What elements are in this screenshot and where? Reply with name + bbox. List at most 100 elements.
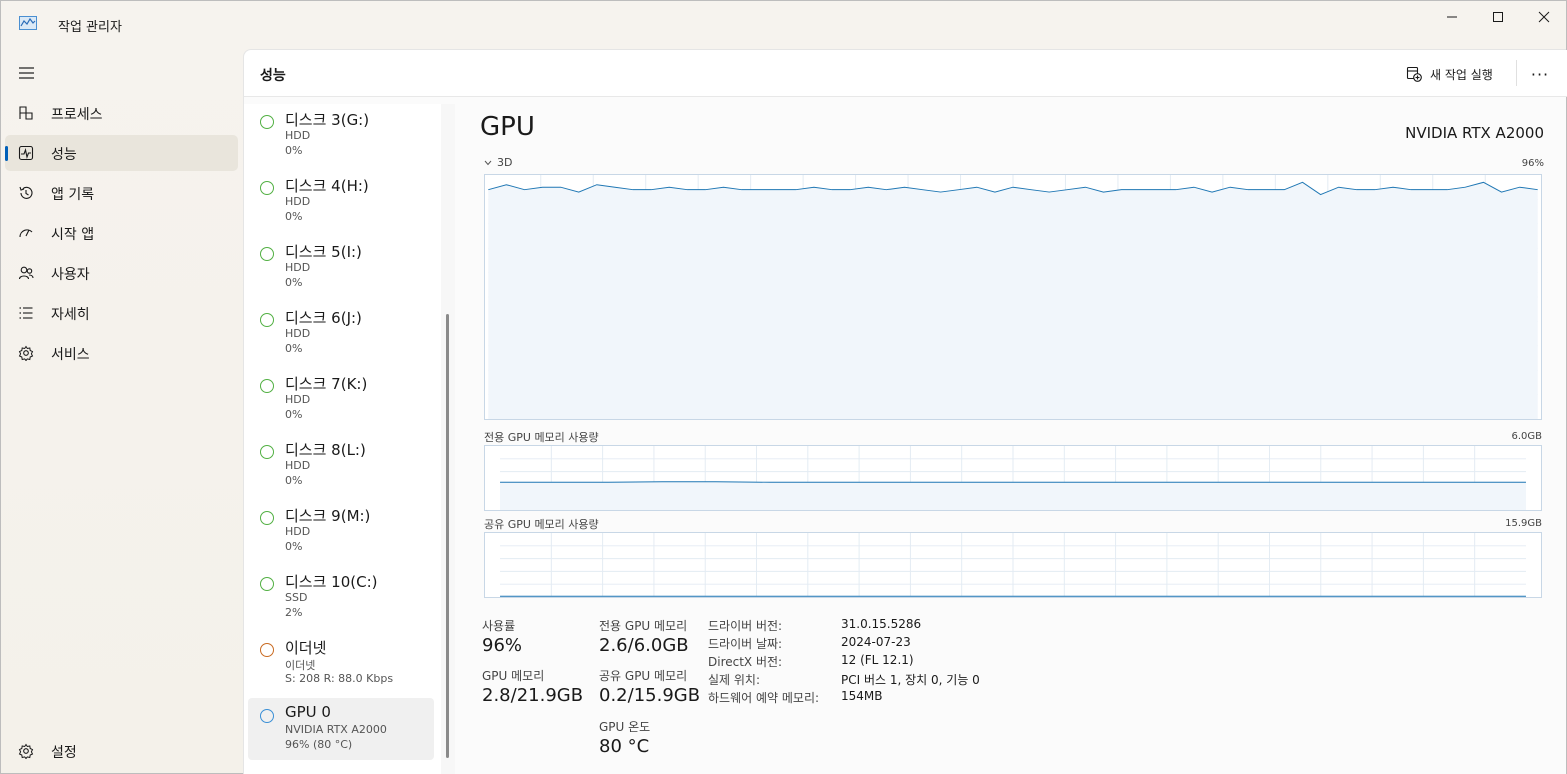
device-type: NVIDIA RTX A2000: [285, 723, 387, 736]
device-list-item[interactable]: 디스크 10(C:) SSD 2%: [248, 566, 434, 628]
page-title: 성능: [260, 68, 286, 84]
device-name: 디스크 7(K:): [285, 375, 368, 393]
device-list-item[interactable]: 디스크 9(M:) HDD 0%: [248, 500, 434, 562]
device-status-indicator: [260, 115, 274, 129]
device-value: 0%: [285, 342, 303, 355]
device-status-indicator: [260, 577, 274, 591]
hamburger-menu-icon[interactable]: [17, 65, 37, 81]
sidebar-item-users[interactable]: 사용자: [5, 255, 238, 291]
chevron-down-icon: [484, 160, 492, 165]
task-manager-app-icon: [19, 16, 37, 30]
device-list-item[interactable]: 디스크 7(K:) HDD 0%: [248, 368, 434, 430]
sidebar-item-details[interactable]: 자세히: [5, 295, 238, 331]
device-list-item[interactable]: 디스크 6(J:) HDD 0%: [248, 302, 434, 364]
device-type: HDD: [285, 261, 311, 274]
device-value: 0%: [285, 474, 303, 487]
device-name: 이더넷: [285, 639, 327, 657]
device-name: 디스크 4(H:): [285, 177, 369, 195]
more-options-icon: ···: [1530, 64, 1550, 84]
device-list-item[interactable]: 디스크 3(G:) HDD 0%: [248, 104, 434, 166]
new-task-button[interactable]: 새 작업 실행: [1406, 62, 1493, 86]
dedicated-memory-graph-max: 6.0GB: [1511, 431, 1542, 442]
device-list-item[interactable]: 디스크 4(H:) HDD 0%: [248, 170, 434, 232]
sidebar: 프로세스 성능 앱 기록 시작 앱 사용자 자세히 서비스 설정: [1, 47, 243, 774]
gpu-memory-label: GPU 메모리: [482, 669, 545, 683]
device-list-item[interactable]: 디스크 5(I:) HDD 0%: [248, 236, 434, 298]
users-icon: [18, 266, 34, 280]
device-name: 디스크 9(M:): [285, 507, 371, 525]
device-value: 96% (80 °C): [285, 738, 353, 751]
settings-icon: [18, 743, 34, 759]
shared-memory-graph: [484, 532, 1542, 598]
sidebar-item-settings[interactable]: 설정: [5, 733, 238, 769]
sidebar-item-label: 설정: [51, 745, 77, 761]
sidebar-item-label: 프로세스: [51, 107, 103, 123]
startup-icon: [19, 229, 33, 238]
graph-3d-label: 3D: [497, 156, 513, 169]
directx-version-value: 12 (FL 12.1): [841, 653, 914, 667]
shared-memory-graph-label: 공유 GPU 메모리 사용량: [484, 518, 599, 531]
device-value: 0%: [285, 408, 303, 421]
device-status-indicator: [260, 313, 274, 327]
series-area: [500, 481, 1526, 510]
graph-3d-selector[interactable]: 3D: [484, 156, 512, 169]
sidebar-item-label: 앱 기록: [51, 187, 95, 203]
minimize-button[interactable]: [1429, 7, 1475, 27]
device-type: HDD: [285, 327, 311, 340]
shared-memory-label: 공유 GPU 메모리: [599, 669, 688, 683]
sidebar-item-label: 시작 앱: [51, 227, 95, 243]
device-value: 0%: [285, 540, 303, 553]
more-options-button[interactable]: ···: [1528, 62, 1552, 86]
new-task-label: 새 작업 실행: [1430, 67, 1493, 82]
new-task-icon: [1406, 66, 1422, 82]
device-type: 이더넷: [285, 659, 316, 672]
sidebar-item-label: 자세히: [51, 307, 90, 323]
physical-location-key: 실제 위치:: [708, 673, 761, 687]
device-type: HDD: [285, 195, 311, 208]
performance-icon: [18, 145, 34, 161]
device-list-item[interactable]: 디스크 8(L:) HDD 0%: [248, 434, 434, 496]
services-icon: [18, 345, 34, 361]
device-value: S: 208 R: 88.0 Kbps: [285, 672, 394, 685]
gpu-model-name: NVIDIA RTX A2000: [1405, 124, 1544, 142]
device-status-indicator: [260, 181, 274, 195]
minimize-icon: [1447, 16, 1457, 18]
title-bar[interactable]: 작업 관리자: [1, 1, 1566, 47]
device-list-item[interactable]: GPU 0 NVIDIA RTX A2000 96% (80 °C): [248, 698, 434, 760]
gpu-title: GPU: [480, 112, 535, 142]
sidebar-item-performance[interactable]: 성능: [5, 135, 238, 171]
device-type: HDD: [285, 525, 311, 538]
device-list-item[interactable]: 이더넷 이더넷 S: 208 R: 88.0 Kbps: [248, 632, 434, 694]
sidebar-item-label: 사용자: [51, 267, 90, 283]
gpu-temperature-label: GPU 온도: [599, 720, 651, 734]
gpu-3d-usage-graph: [484, 174, 1542, 420]
device-list: 디스크 3(G:) HDD 0% 디스크 4(H:) HDD 0% 디스크 5(I:) HDD…: [244, 104, 455, 774]
sidebar-item-app-history[interactable]: 앱 기록: [5, 175, 238, 211]
device-status-indicator: [260, 511, 274, 525]
close-icon: [1538, 11, 1550, 23]
sidebar-item-processes[interactable]: 프로세스: [5, 95, 238, 131]
sidebar-item-startup-apps[interactable]: 시작 앱: [5, 215, 238, 251]
device-name: 디스크 5(I:): [285, 243, 362, 261]
device-status-indicator: [260, 709, 274, 723]
sidebar-item-services[interactable]: 서비스: [5, 335, 238, 371]
series-area: [488, 182, 1538, 419]
device-type: SSD: [285, 591, 308, 604]
device-name: 디스크 8(L:): [285, 441, 366, 459]
task-manager-window: 작업 관리자 프로세스 성능 앱 기록 시작 앱 사용자 자세히 서비스 설정 …: [0, 0, 1567, 774]
close-button[interactable]: [1521, 7, 1567, 27]
content-pane: 성능 새 작업 실행 ··· 디스크 3(G:) HDD 0% 디스크 4(H:) HD…: [243, 49, 1567, 774]
gpu-temperature-value: 80 °C: [599, 736, 650, 757]
physical-location-value: PCI 버스 1, 장치 0, 기능 0: [841, 673, 980, 687]
hardware-reserved-memory-key: 하드웨어 예약 메모리:: [708, 691, 820, 705]
scrollbar-thumb[interactable]: [446, 314, 449, 758]
utilization-value: 96%: [482, 635, 523, 656]
dedicated-memory-graph: [484, 445, 1542, 511]
device-type: HDD: [285, 129, 311, 142]
maximize-button[interactable]: [1475, 7, 1521, 27]
shared-memory-graph-max: 15.9GB: [1505, 518, 1542, 529]
device-type: HDD: [285, 459, 311, 472]
driver-date-key: 드라이버 날짜:: [708, 637, 783, 651]
device-status-indicator: [260, 643, 274, 657]
maximize-icon: [1493, 12, 1503, 22]
